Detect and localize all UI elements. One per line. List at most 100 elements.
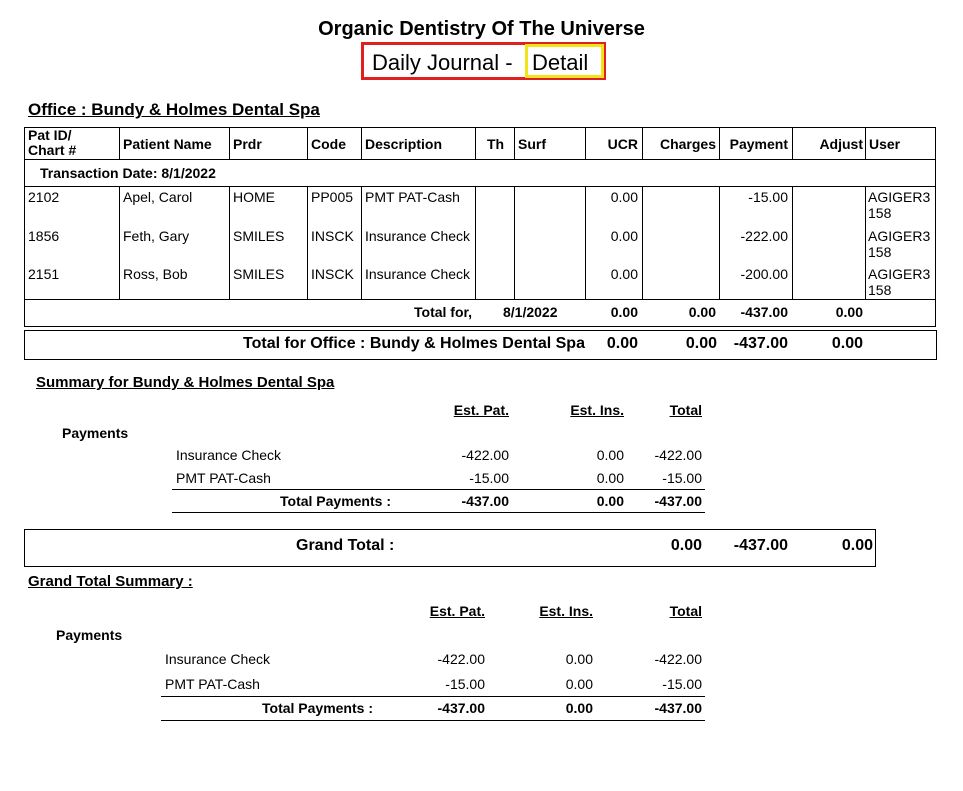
row1-code: PP005 bbox=[311, 189, 354, 205]
office-total-payment: -437.00 bbox=[733, 335, 788, 352]
office-total-charges: 0.00 bbox=[685, 335, 717, 352]
grand-total-charges: 0.00 bbox=[670, 537, 702, 554]
report-title-part2: Detail bbox=[532, 50, 589, 75]
col-header-th: Th bbox=[487, 136, 505, 152]
col-divider bbox=[307, 186, 308, 299]
grand-summary-section-label: Payments bbox=[56, 627, 123, 643]
row2-payment: -222.00 bbox=[740, 228, 788, 244]
row2-user-line1: AGIGER3 bbox=[868, 228, 931, 244]
total-for-date: 8/1/2022 bbox=[503, 304, 558, 320]
col-header-patient-name: Patient Name bbox=[123, 136, 212, 152]
row3-pat-id: 2151 bbox=[28, 266, 60, 282]
summary-row2-est-pat: -15.00 bbox=[469, 470, 509, 486]
summary-row2-total: -15.00 bbox=[662, 470, 702, 486]
col-divider bbox=[361, 186, 362, 299]
row3-user-line1: AGIGER3 bbox=[868, 266, 931, 282]
grand-summary-total-est-pat: -437.00 bbox=[437, 700, 485, 716]
grand-summary-row1-est-pat: -422.00 bbox=[437, 651, 485, 667]
grand-summary-heading: Grand Total Summary : bbox=[28, 573, 193, 590]
grand-summary-row2-label: PMT PAT-Cash bbox=[165, 676, 260, 692]
grand-summary-row2-est-ins: 0.00 bbox=[565, 676, 593, 692]
row1-user-line2: 158 bbox=[868, 205, 892, 221]
summary-row1-est-ins: 0.00 bbox=[596, 447, 624, 463]
total-for-payment: -437.00 bbox=[740, 304, 788, 320]
row2-prdr: SMILES bbox=[233, 228, 285, 244]
row1-pat-id: 2102 bbox=[28, 189, 60, 205]
summary-section-label: Payments bbox=[62, 425, 129, 441]
row1-patient-name: Apel, Carol bbox=[123, 189, 193, 205]
col-divider bbox=[475, 127, 476, 159]
office-total-ucr: 0.00 bbox=[606, 335, 638, 352]
grand-summary-col-total: Total bbox=[669, 603, 702, 619]
col-header-code: Code bbox=[311, 136, 346, 152]
row2-ucr: 0.00 bbox=[610, 228, 638, 244]
grand-summary-total-total: -437.00 bbox=[654, 700, 702, 716]
col-header-pat-id: Pat ID/ Chart # bbox=[28, 128, 76, 158]
row3-code: INSCK bbox=[311, 266, 354, 282]
row1-user-line1: AGIGER3 bbox=[868, 189, 931, 205]
col-divider bbox=[514, 186, 515, 299]
summary-divider-top bbox=[172, 489, 705, 490]
row1-prdr: HOME bbox=[233, 189, 275, 205]
total-for-charges: 0.00 bbox=[688, 304, 716, 320]
col-header-charges: Charges bbox=[659, 136, 716, 152]
summary-heading: Summary for Bundy & Holmes Dental Spa bbox=[36, 374, 335, 391]
col-divider bbox=[475, 186, 476, 299]
summary-row1-est-pat: -422.00 bbox=[461, 447, 509, 463]
row3-description: Insurance Check bbox=[365, 266, 471, 282]
col-header-payment: Payment bbox=[729, 136, 788, 152]
row3-patient-name: Ross, Bob bbox=[123, 266, 188, 282]
col-divider bbox=[229, 127, 230, 159]
office-total-label: Total for Office : Bundy & Holmes Dental… bbox=[243, 335, 585, 352]
col-header-pat-id-line1: Pat ID/ bbox=[28, 127, 72, 143]
total-for-adjust: 0.00 bbox=[835, 304, 863, 320]
summary-total-est-ins: 0.00 bbox=[596, 493, 624, 509]
grand-summary-row2-est-pat: -15.00 bbox=[445, 676, 485, 692]
summary-total-est-pat: -437.00 bbox=[461, 493, 509, 509]
row2-pat-id: 1856 bbox=[28, 228, 60, 244]
row1-description: PMT PAT-Cash bbox=[365, 189, 460, 205]
row2-user-line2: 158 bbox=[868, 244, 892, 260]
office-total-adjust: 0.00 bbox=[831, 335, 863, 352]
col-divider bbox=[865, 127, 866, 159]
grand-summary-divider-bottom bbox=[161, 720, 705, 721]
grand-summary-row1-est-ins: 0.00 bbox=[565, 651, 593, 667]
summary-row1-total: -422.00 bbox=[654, 447, 702, 463]
col-header-description: Description bbox=[365, 136, 443, 152]
col-divider bbox=[792, 186, 793, 299]
summary-row2-est-ins: 0.00 bbox=[596, 470, 624, 486]
col-divider bbox=[514, 127, 515, 159]
grand-summary-row1-label: Insurance Check bbox=[165, 651, 271, 667]
grand-total-label: Grand Total : bbox=[296, 537, 395, 554]
grand-summary-divider-top bbox=[161, 696, 705, 697]
col-header-user: User bbox=[869, 136, 901, 152]
col-divider bbox=[307, 127, 308, 159]
table-header-divider bbox=[24, 159, 936, 160]
summary-row1-label: Insurance Check bbox=[176, 447, 282, 463]
report-title-part1: Daily Journal - bbox=[372, 50, 513, 75]
practice-name: Organic Dentistry Of The Universe bbox=[318, 18, 645, 40]
grand-total-payment: -437.00 bbox=[733, 537, 788, 554]
row2-description: Insurance Check bbox=[365, 228, 471, 244]
summary-col-total: Total bbox=[669, 402, 702, 418]
col-header-pat-id-line2: Chart # bbox=[28, 142, 77, 158]
table-date-divider bbox=[24, 186, 936, 187]
col-divider bbox=[642, 186, 643, 299]
row1-ucr: 0.00 bbox=[610, 189, 638, 205]
office-heading: Office : Bundy & Holmes Dental Spa bbox=[28, 100, 320, 119]
col-header-surf: Surf bbox=[518, 136, 546, 152]
col-divider bbox=[119, 186, 120, 299]
table-total-divider bbox=[24, 299, 936, 300]
row3-ucr: 0.00 bbox=[610, 266, 638, 282]
col-header-adjust: Adjust bbox=[819, 136, 863, 152]
total-for-ucr: 0.00 bbox=[610, 304, 638, 320]
grand-summary-row2-total: -15.00 bbox=[662, 676, 702, 692]
journal-table bbox=[24, 127, 936, 327]
summary-total-label: Total Payments : bbox=[280, 493, 391, 509]
grand-summary-col-est-pat: Est. Pat. bbox=[429, 603, 485, 619]
col-divider bbox=[865, 186, 866, 299]
summary-col-est-pat: Est. Pat. bbox=[453, 402, 509, 418]
grand-summary-total-est-ins: 0.00 bbox=[565, 700, 593, 716]
col-header-ucr: UCR bbox=[607, 136, 638, 152]
grand-total-adjust: 0.00 bbox=[841, 537, 873, 554]
